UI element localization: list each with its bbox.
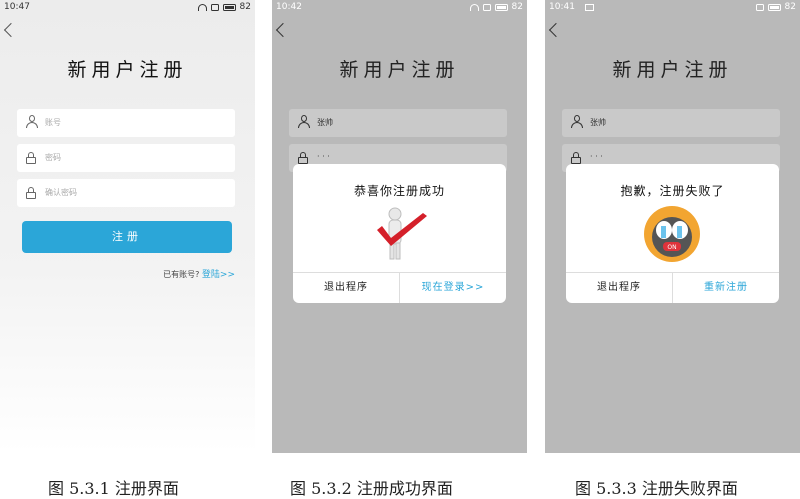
back-chevron-icon[interactable] <box>275 22 291 38</box>
battery-icon <box>494 4 508 11</box>
figure-caption: 图 5.3.2 注册成功界面 <box>290 479 453 498</box>
battery-icon <box>222 4 236 11</box>
login-now-button[interactable]: 现在登录>> <box>400 273 506 303</box>
register-failure-screen: 10:41 82 新用户注册 张帅 · · · 抱歉，注册失败了 ON 退出程序 <box>545 0 800 453</box>
dialog-title: 恭喜你注册成功 <box>353 184 445 198</box>
user-icon <box>298 115 310 129</box>
wifi-icon <box>197 4 207 11</box>
status-bar: 10:47 82 <box>0 0 255 15</box>
password-value: · · · <box>590 152 603 161</box>
figure-caption: 图 5.3.1 注册界面 <box>48 479 179 498</box>
login-link[interactable]: 登陆>> <box>202 270 235 280</box>
status-bar: 10:41 82 <box>545 0 800 15</box>
user-icon <box>571 115 583 129</box>
figure-caption: 图 5.3.3 注册失败界面 <box>575 479 738 498</box>
login-prompt: 已有账号? 登陆>> <box>163 267 235 280</box>
screen-icon <box>755 4 764 11</box>
register-button[interactable]: 注册 <box>22 221 232 253</box>
page-title: 新用户注册 <box>67 59 188 81</box>
wifi-icon <box>469 4 479 11</box>
password-field[interactable]: 密码 <box>17 144 235 172</box>
lock-icon <box>26 187 36 199</box>
lock-icon <box>26 152 36 164</box>
account-field[interactable]: 账号 <box>17 109 235 137</box>
confirm-password-placeholder: 确认密码 <box>45 188 77 197</box>
crying-face-icon: ON <box>644 206 700 262</box>
back-chevron-icon[interactable] <box>548 22 564 38</box>
account-field[interactable]: 张帅 <box>289 109 507 137</box>
dialog-actions: 退出程序 重新注册 <box>566 272 779 303</box>
have-account-text: 已有账号? <box>163 270 200 279</box>
status-bar: 10:42 82 <box>272 0 527 15</box>
re-register-button[interactable]: 重新注册 <box>673 273 779 303</box>
message-icon <box>585 4 594 11</box>
page-title: 新用户注册 <box>612 59 733 81</box>
password-value: · · · <box>317 152 330 161</box>
battery-icon <box>767 4 781 11</box>
battery-level: 82 <box>511 2 523 12</box>
register-screen: 10:47 82 新用户注册 账号 密码 确认密码 注册 已有账号? 登陆>> <box>0 0 255 453</box>
dialog-actions: 退出程序 现在登录>> <box>293 272 506 303</box>
user-icon <box>26 115 38 129</box>
lock-icon <box>298 152 308 164</box>
password-placeholder: 密码 <box>45 153 61 162</box>
success-dialog: 恭喜你注册成功 退出程序 现在登录>> <box>293 164 506 303</box>
account-field[interactable]: 张帅 <box>562 109 780 137</box>
register-success-screen: 10:42 82 新用户注册 张帅 · · · 恭喜你注册成功 退出程序 现在登… <box>272 0 527 453</box>
svg-text:ON: ON <box>667 244 676 251</box>
screen-icon <box>210 4 219 11</box>
exit-app-button[interactable]: 退出程序 <box>566 273 673 303</box>
failure-dialog: 抱歉，注册失败了 ON 退出程序 重新注册 <box>566 164 779 303</box>
account-value: 张帅 <box>590 118 606 127</box>
account-placeholder: 账号 <box>45 118 61 127</box>
confirm-password-field[interactable]: 确认密码 <box>17 179 235 207</box>
lock-icon <box>571 152 581 164</box>
status-time: 10:47 <box>4 2 30 12</box>
status-time: 10:41 <box>549 2 575 12</box>
status-time: 10:42 <box>276 2 302 12</box>
back-chevron-icon[interactable] <box>3 22 19 38</box>
account-value: 张帅 <box>317 118 333 127</box>
battery-level: 82 <box>784 2 796 12</box>
page-title: 新用户注册 <box>339 59 460 81</box>
exit-app-button[interactable]: 退出程序 <box>293 273 400 303</box>
dialog-title: 抱歉，注册失败了 <box>620 184 725 198</box>
battery-level: 82 <box>239 2 251 12</box>
screen-icon <box>482 4 491 11</box>
success-check-figure-icon <box>377 207 427 260</box>
